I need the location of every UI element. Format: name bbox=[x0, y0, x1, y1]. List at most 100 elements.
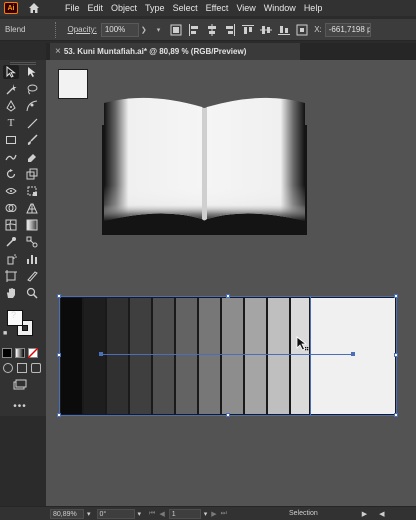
align-top-icon[interactable] bbox=[242, 24, 255, 36]
perspective-grid-tool-icon[interactable] bbox=[24, 201, 40, 215]
column-graph-tool-icon[interactable] bbox=[24, 252, 40, 266]
rotation-dropdown-icon[interactable]: ▾ bbox=[138, 510, 142, 518]
artboard-number-field[interactable]: 1 bbox=[168, 508, 201, 519]
screen-mode-icon[interactable] bbox=[12, 378, 28, 392]
color-mode-row bbox=[2, 348, 42, 358]
next-artboard-icon[interactable]: ▶ bbox=[211, 510, 216, 518]
resize-handle-bottom-left[interactable] bbox=[57, 413, 61, 417]
zoom-field[interactable]: 80,89% bbox=[50, 508, 84, 519]
menu-window[interactable]: Window bbox=[260, 0, 300, 16]
resize-handle-left[interactable] bbox=[57, 353, 61, 357]
default-colors-icon[interactable]: ■ bbox=[3, 330, 7, 337]
selection-divider bbox=[310, 296, 311, 416]
eyedropper-tool-icon[interactable] bbox=[3, 235, 19, 249]
draw-inside-icon[interactable] bbox=[31, 363, 41, 373]
scroll-left-icon[interactable]: ◀ bbox=[379, 510, 384, 518]
menu-file[interactable]: File bbox=[61, 0, 84, 16]
status-menu-icon[interactable]: ▶ bbox=[362, 510, 367, 518]
home-icon[interactable] bbox=[27, 1, 41, 15]
rotation-field[interactable]: 0° bbox=[96, 508, 135, 519]
menu-edit[interactable]: Edit bbox=[84, 0, 108, 16]
zoom-dropdown-icon[interactable]: ▾ bbox=[87, 510, 91, 518]
resize-handle-right[interactable] bbox=[394, 353, 398, 357]
gradient-blend-object[interactable] bbox=[57, 294, 398, 417]
help-icon[interactable]: ? bbox=[11, 310, 16, 320]
selection-tool-icon[interactable] bbox=[3, 65, 19, 79]
draw-mode-row bbox=[3, 363, 41, 375]
align-middle-icon[interactable] bbox=[260, 24, 273, 36]
align-bottom-icon[interactable] bbox=[278, 24, 291, 36]
magic-wand-tool-icon[interactable] bbox=[3, 82, 19, 96]
menu-object[interactable]: Object bbox=[107, 0, 141, 16]
type-tool-icon[interactable]: T bbox=[3, 116, 19, 130]
x-position-input[interactable]: -661,7198 p bbox=[324, 22, 371, 37]
align-left-icon[interactable] bbox=[188, 23, 200, 36]
draw-normal-icon[interactable] bbox=[3, 363, 13, 373]
canvas[interactable] bbox=[46, 60, 416, 506]
blend-label: Blend bbox=[5, 25, 26, 34]
line-segment-tool-icon[interactable] bbox=[24, 116, 40, 130]
shaper-tool-icon[interactable] bbox=[3, 150, 19, 164]
menu-bar: Ai File Edit Object Type Select Effect V… bbox=[0, 0, 416, 16]
paintbrush-tool-icon[interactable] bbox=[24, 133, 40, 147]
menu-view[interactable]: View bbox=[232, 0, 259, 16]
direct-selection-tool-icon[interactable] bbox=[24, 65, 40, 79]
blend-spine[interactable] bbox=[101, 354, 353, 355]
free-transform-tool-icon[interactable] bbox=[24, 184, 40, 198]
resize-handle-top-right[interactable] bbox=[394, 294, 398, 298]
symbol-sprayer-tool-icon[interactable] bbox=[3, 252, 19, 266]
first-artboard-icon[interactable]: ⏮ bbox=[149, 510, 155, 518]
align-to-icon[interactable] bbox=[170, 24, 182, 36]
close-icon[interactable]: × bbox=[55, 46, 61, 57]
pen-tool-icon[interactable] bbox=[3, 99, 19, 113]
color-mode-icon[interactable] bbox=[2, 348, 12, 358]
shape-builder-tool-icon[interactable] bbox=[3, 201, 19, 215]
rectangle-tool-icon[interactable] bbox=[3, 133, 19, 147]
book-illustration[interactable] bbox=[102, 95, 307, 235]
x-label: X: bbox=[314, 25, 322, 34]
blend-anchor-end[interactable] bbox=[351, 352, 355, 356]
opacity-dropdown-caret-icon[interactable]: ❯ bbox=[141, 26, 147, 34]
illustrator-logo: Ai bbox=[4, 2, 18, 14]
none-mode-icon[interactable] bbox=[28, 348, 38, 358]
slice-tool-icon[interactable] bbox=[24, 269, 40, 283]
align-center-icon[interactable] bbox=[206, 23, 218, 36]
blend-anchor-start[interactable] bbox=[99, 352, 103, 356]
artboard-tool-icon[interactable] bbox=[3, 269, 19, 283]
menu-effect[interactable]: Effect bbox=[202, 0, 233, 16]
document-tab[interactable]: × 53. Kuni Muntafiah.ai* @ 80,89 % (RGB/… bbox=[50, 43, 300, 60]
rotate-tool-icon[interactable] bbox=[3, 167, 19, 181]
menu-type[interactable]: Type bbox=[141, 0, 169, 16]
mesh-tool-icon[interactable] bbox=[3, 218, 19, 232]
transform-grid-icon[interactable] bbox=[296, 24, 308, 36]
curvature-tool-icon[interactable] bbox=[24, 99, 40, 113]
artboard-thumbnail[interactable] bbox=[58, 69, 88, 99]
draw-behind-icon[interactable] bbox=[17, 363, 27, 373]
blend-tool-icon[interactable] bbox=[24, 235, 40, 249]
menu-items: File Edit Object Type Select Effect View… bbox=[61, 0, 326, 16]
menu-select[interactable]: Select bbox=[169, 0, 202, 16]
lasso-tool-icon[interactable] bbox=[24, 82, 40, 96]
opacity-label[interactable]: Opacity: bbox=[67, 25, 96, 34]
resize-handle-top-left[interactable] bbox=[57, 294, 61, 298]
scale-tool-icon[interactable] bbox=[24, 167, 40, 181]
eraser-tool-icon[interactable] bbox=[24, 150, 40, 164]
fill-stroke-widget[interactable]: ? ■ bbox=[3, 306, 41, 342]
gradient-tool-icon[interactable] bbox=[24, 218, 40, 232]
resize-handle-top[interactable] bbox=[226, 294, 230, 298]
gradient-mode-icon[interactable] bbox=[15, 348, 25, 358]
more-tools-icon[interactable]: ••• bbox=[12, 399, 28, 413]
hand-tool-icon[interactable] bbox=[3, 286, 19, 300]
previous-artboard-icon[interactable]: ◀ bbox=[159, 510, 164, 518]
artboard-dropdown-icon[interactable]: ▾ bbox=[204, 510, 208, 518]
chevron-down-icon[interactable]: ▾ bbox=[157, 26, 161, 34]
zoom-tool-icon[interactable] bbox=[24, 286, 40, 300]
current-tool-label: Selection bbox=[288, 510, 318, 517]
last-artboard-icon[interactable]: ⏭ bbox=[221, 510, 227, 518]
resize-handle-bottom[interactable] bbox=[226, 413, 230, 417]
menu-help[interactable]: Help bbox=[300, 0, 327, 16]
width-tool-icon[interactable] bbox=[3, 184, 19, 198]
resize-handle-bottom-right[interactable] bbox=[394, 413, 398, 417]
align-right-icon[interactable] bbox=[224, 23, 236, 36]
opacity-input[interactable]: 100% bbox=[100, 22, 139, 37]
